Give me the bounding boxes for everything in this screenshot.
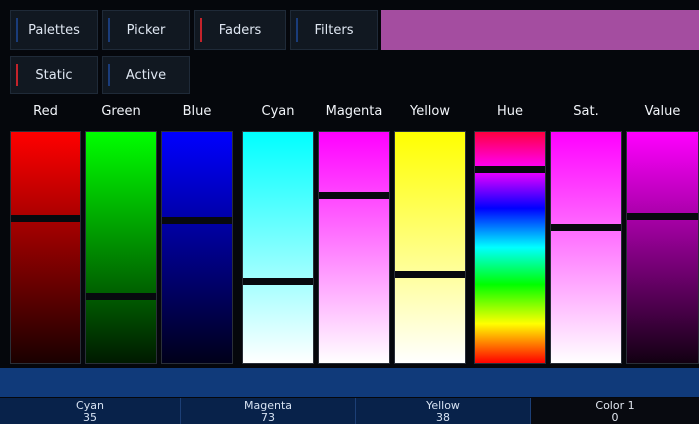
tab-indicator xyxy=(16,18,18,42)
readout-value: 73 xyxy=(261,411,275,424)
fader-label-blue: Blue xyxy=(182,104,212,119)
fader-handle[interactable] xyxy=(551,224,621,231)
fader-yellow[interactable] xyxy=(394,131,466,364)
tab-label: Active xyxy=(125,67,167,83)
fader-cyan[interactable] xyxy=(242,131,314,364)
tab-label: Faders xyxy=(218,22,262,38)
fader-label-yellow: Yellow xyxy=(409,104,451,119)
readout-bar: Cyan 35 Magenta 73 Yellow 38 Color 1 0 xyxy=(0,398,699,424)
fader-handle[interactable] xyxy=(627,213,698,220)
fader-green[interactable] xyxy=(85,131,157,364)
fader-handle[interactable] xyxy=(243,278,313,285)
fader-blue[interactable] xyxy=(161,131,233,364)
fader-label-hue: Hue xyxy=(496,104,523,119)
command-strip xyxy=(0,368,699,397)
fader-label-value: Value xyxy=(644,104,681,119)
fader-hue[interactable] xyxy=(474,131,546,364)
fader-handle[interactable] xyxy=(319,192,389,199)
fader-red[interactable] xyxy=(10,131,81,364)
fader-handle[interactable] xyxy=(86,293,156,300)
tab-static[interactable]: Static xyxy=(10,56,98,94)
tab-indicator xyxy=(16,64,18,86)
fader-label-green: Green xyxy=(101,104,141,119)
fader-value[interactable] xyxy=(626,131,699,364)
tab-picker[interactable]: Picker xyxy=(102,10,190,50)
fader-sat[interactable] xyxy=(550,131,622,364)
readout-magenta[interactable]: Magenta 73 xyxy=(181,398,356,424)
tab-indicator xyxy=(108,18,110,42)
tab-indicator xyxy=(108,64,110,86)
fader-label-magenta: Magenta xyxy=(325,104,383,119)
tab-label: Filters xyxy=(314,22,354,38)
readout-value: 0 xyxy=(611,411,619,424)
fader-magenta[interactable] xyxy=(318,131,390,364)
fader-label-sat: Sat. xyxy=(573,104,599,119)
readout-value: 38 xyxy=(436,411,450,424)
fader-handle[interactable] xyxy=(11,215,80,222)
readout-value: 35 xyxy=(83,411,97,424)
current-color-swatch xyxy=(381,10,699,50)
readout-cyan[interactable]: Cyan 35 xyxy=(0,398,181,424)
fader-handle[interactable] xyxy=(162,217,232,224)
tab-active[interactable]: Active xyxy=(102,56,190,94)
tab-palettes[interactable]: Palettes xyxy=(10,10,98,50)
tab-label: Picker xyxy=(126,22,166,38)
tab-label: Static xyxy=(35,67,73,83)
tab-faders[interactable]: Faders xyxy=(194,10,286,50)
readout-color1[interactable]: Color 1 0 xyxy=(531,398,699,424)
tab-indicator xyxy=(200,18,202,42)
fader-handle[interactable] xyxy=(395,271,465,278)
fader-label-cyan: Cyan xyxy=(261,104,295,119)
tab-label: Palettes xyxy=(28,22,80,38)
tab-indicator xyxy=(296,18,298,42)
tab-filters[interactable]: Filters xyxy=(290,10,378,50)
readout-yellow[interactable]: Yellow 38 xyxy=(356,398,531,424)
fader-label-red: Red xyxy=(33,104,58,119)
fader-handle[interactable] xyxy=(475,166,545,173)
